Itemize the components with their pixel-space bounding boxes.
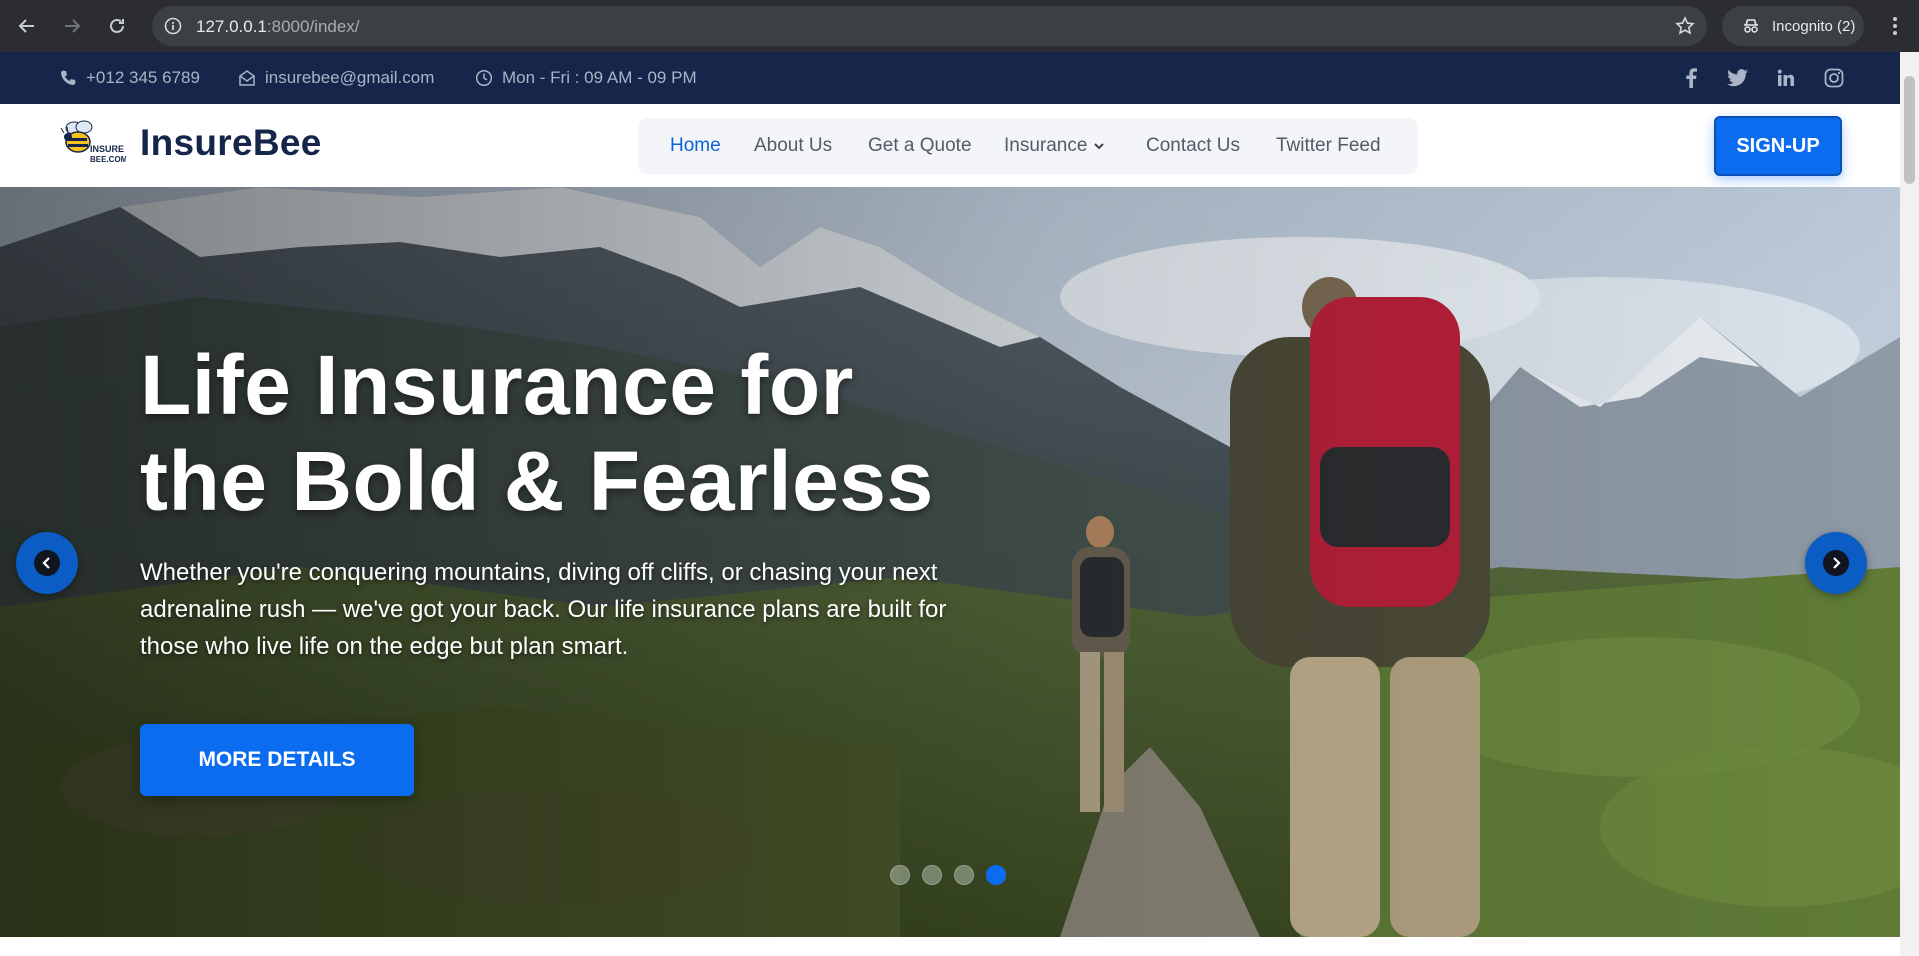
phone-icon xyxy=(61,70,76,85)
forward-icon[interactable] xyxy=(56,10,88,42)
chevron-down-icon xyxy=(1094,143,1105,150)
web-page: +012 345 6789 insurebee@gmail.com Mon - … xyxy=(0,52,1900,956)
twitter-icon[interactable] xyxy=(1727,67,1749,89)
nav-about-us[interactable]: About Us xyxy=(754,118,832,174)
logo-text-line2: BEE.COM xyxy=(90,155,126,164)
instagram-icon[interactable] xyxy=(1823,67,1845,89)
incognito-indicator[interactable]: Incognito (2) xyxy=(1722,6,1864,46)
page-below-hero xyxy=(0,937,1900,956)
url-path: :8000/index/ xyxy=(266,17,360,36)
carousel-dot-2[interactable] xyxy=(922,865,942,885)
chevron-right-icon xyxy=(1823,550,1849,576)
site-header: INSURE BEE.COM InsureBee Home About Us G… xyxy=(0,104,1900,187)
incognito-label: Incognito (2) xyxy=(1772,17,1856,35)
hero-title-line1: Life Insurance for xyxy=(140,338,854,432)
chevron-left-icon xyxy=(34,550,60,576)
page-scrollbar[interactable] xyxy=(1900,52,1919,956)
browser-chrome: 127.0.0.1:8000/index/ Incognito (2) xyxy=(0,0,1919,52)
more-details-button[interactable]: MORE DETAILS xyxy=(140,724,414,796)
logo-text-line1: INSURE xyxy=(90,144,124,154)
hero-subtitle: Whether you're conquering mountains, div… xyxy=(140,559,947,660)
top-info-bar: +012 345 6789 insurebee@gmail.com Mon - … xyxy=(0,52,1900,104)
signup-button[interactable]: SIGN-UP xyxy=(1714,116,1842,176)
nav-get-a-quote[interactable]: Get a Quote xyxy=(868,118,972,174)
hero-carousel: Life Insurance for the Bold & Fearless W… xyxy=(0,187,1900,937)
address-bar[interactable]: 127.0.0.1:8000/index/ xyxy=(152,6,1707,46)
carousel-dot-1[interactable] xyxy=(890,865,910,885)
business-hours: Mon - Fri : 09 AM - 09 PM xyxy=(475,52,697,104)
back-icon[interactable] xyxy=(11,10,43,42)
carousel-prev-button[interactable] xyxy=(16,532,78,594)
hero-title: Life Insurance for the Bold & Fearless xyxy=(140,337,1040,529)
reload-icon[interactable] xyxy=(101,10,133,42)
email-contact[interactable]: insurebee@gmail.com xyxy=(238,52,434,104)
hero-title-line2: the Bold & Fearless xyxy=(140,434,934,528)
nav-home[interactable]: Home xyxy=(670,118,721,174)
scrollbar-thumb[interactable] xyxy=(1904,76,1915,184)
email-address: insurebee@gmail.com xyxy=(265,68,435,87)
carousel-indicators xyxy=(890,865,1006,885)
carousel-dot-3[interactable] xyxy=(954,865,974,885)
site-info-icon[interactable] xyxy=(164,17,182,35)
nav-contact-us[interactable]: Contact Us xyxy=(1146,118,1240,174)
clock-icon xyxy=(475,69,493,87)
url-host: 127.0.0.1 xyxy=(196,17,267,36)
main-navigation: Home About Us Get a Quote Insurance Cont… xyxy=(638,118,1418,174)
url-text[interactable]: 127.0.0.1:8000/index/ xyxy=(196,17,360,37)
phone-contact[interactable]: +012 345 6789 xyxy=(59,52,200,104)
nav-insurance-dropdown[interactable]: Insurance xyxy=(1004,118,1105,174)
incognito-icon xyxy=(1744,19,1758,33)
brand-name[interactable]: InsureBee xyxy=(140,122,322,164)
hours-text: Mon - Fri : 09 AM - 09 PM xyxy=(502,68,697,87)
bookmark-star-icon[interactable] xyxy=(1675,16,1695,36)
carousel-dot-4[interactable] xyxy=(986,865,1006,885)
linkedin-icon[interactable] xyxy=(1775,67,1797,89)
carousel-next-button[interactable] xyxy=(1805,532,1867,594)
envelope-open-icon xyxy=(239,70,255,86)
insurebee-logo[interactable]: INSURE BEE.COM xyxy=(60,120,128,168)
browser-menu-icon[interactable] xyxy=(1880,10,1910,42)
nav-twitter-feed[interactable]: Twitter Feed xyxy=(1276,118,1381,174)
facebook-icon[interactable] xyxy=(1680,67,1702,89)
phone-number: +012 345 6789 xyxy=(86,68,200,87)
nav-insurance-label: Insurance xyxy=(1004,135,1088,156)
